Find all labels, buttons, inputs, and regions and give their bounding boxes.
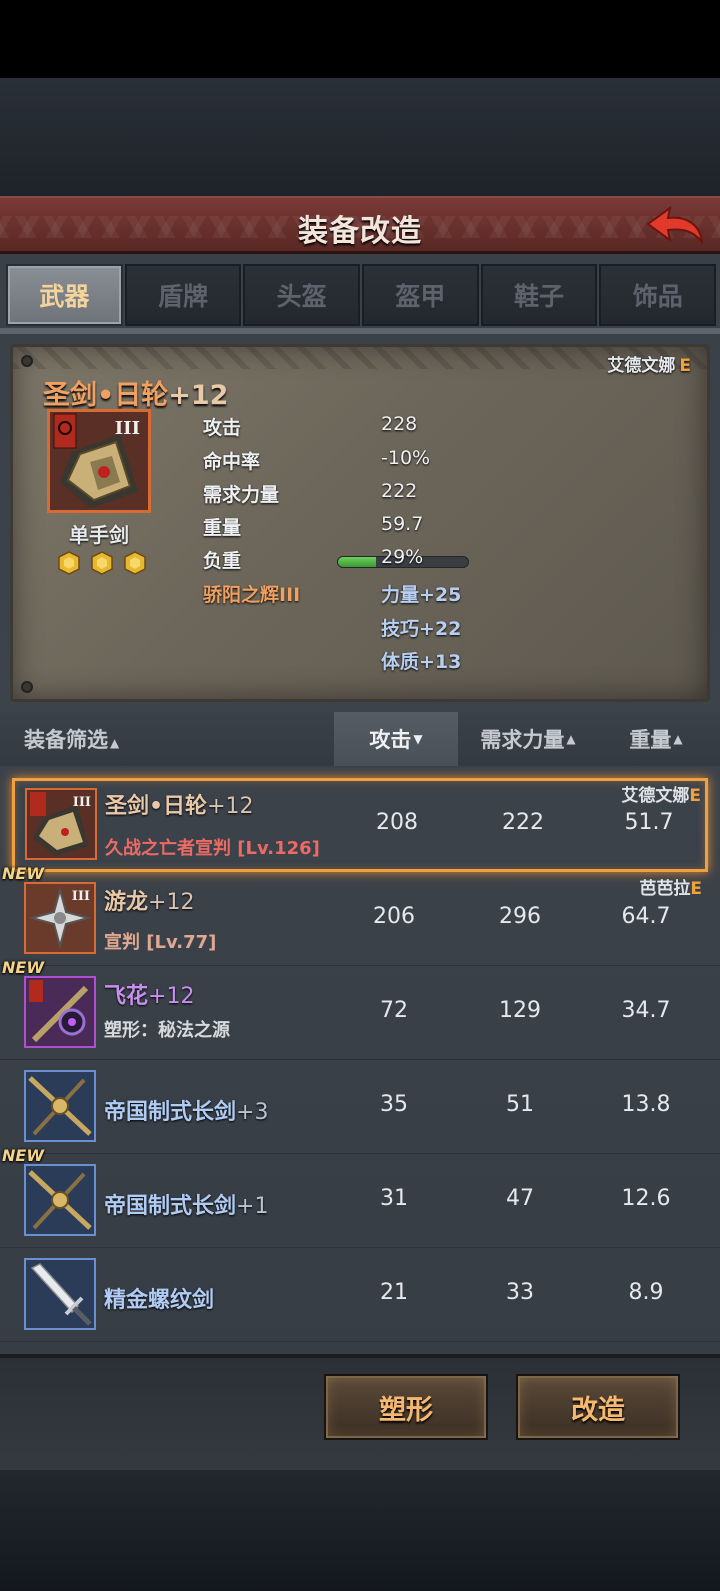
item-skill: 久战之亡者宣判 [Lv.126] — [105, 838, 320, 859]
strength-value: 47 — [506, 1186, 534, 1211]
weight-value: 12.6 — [621, 1186, 671, 1211]
stat-hit-label: 命中率 — [203, 451, 261, 473]
status-bar-area — [0, 0, 720, 78]
equipment-modify-screen: 装备改造 武器 盾牌 头盔 盔甲 鞋子 饰品 艾德文娜 E 圣剑•日轮+12 I… — [0, 196, 720, 1470]
skill-bonus: 技巧+22 — [381, 618, 462, 640]
item-name: 飞花+12 — [104, 984, 195, 1009]
tab-shield[interactable]: 盾牌 — [124, 264, 242, 326]
item-name: 圣剑•日轮+12 — [105, 794, 254, 819]
stat-load-label: 负重 — [203, 550, 242, 572]
stat-attack-label: 攻击 — [203, 417, 242, 439]
weight-value: 34.7 — [621, 998, 671, 1023]
tab-weapon[interactable]: 武器 — [6, 264, 123, 326]
weapon-type: 单手剑 — [69, 523, 129, 547]
item-name: 帝国制式长剑+1 — [104, 1194, 269, 1219]
sword-icon — [24, 1070, 96, 1142]
item-name: 圣剑•日轮+12 — [43, 380, 229, 411]
new-badge: NEW — [2, 1146, 44, 1165]
svg-text:III: III — [73, 795, 91, 810]
new-badge: NEW — [2, 958, 44, 977]
sort-header: 装备筛选 ▲ 攻击 ▼ 需求力量 ▲ 重量 ▲ — [0, 712, 720, 766]
sword-icon: III — [24, 882, 96, 954]
stat-load-value: 29% — [381, 546, 424, 568]
equipment-tabs: 武器 盾牌 头盔 盔甲 鞋子 饰品 — [6, 264, 717, 330]
item-skill: 宣判 [Lv.77] — [104, 932, 217, 953]
sword-icon: III — [25, 788, 97, 860]
attack-value: 31 — [380, 1186, 408, 1211]
stat-weight-value: 59.7 — [381, 513, 424, 535]
back-arrow-icon[interactable] — [642, 202, 706, 250]
sword-icon — [24, 1258, 96, 1330]
strength-value: 33 — [506, 1280, 534, 1305]
item-name: 精金螺纹剑 — [104, 1288, 215, 1313]
tab-divider — [0, 328, 720, 334]
list-item[interactable]: 帝国制式长剑+3 35 51 13.8 — [0, 1060, 720, 1154]
item-owner: 芭芭拉E — [639, 879, 702, 899]
item-name: 帝国制式长剑+3 — [104, 1100, 269, 1125]
title-bar: 装备改造 — [0, 196, 720, 254]
card-pattern — [13, 347, 707, 369]
item-owner: 艾德文娜E — [607, 356, 691, 376]
modify-button[interactable]: 改造 — [516, 1374, 680, 1440]
attack-value: 35 — [380, 1092, 408, 1117]
stat-weight-label: 重量 — [203, 517, 242, 539]
page-title: 装备改造 — [298, 214, 422, 249]
strength-value: 222 — [502, 810, 544, 835]
gem-icon — [124, 551, 146, 575]
skill-name: 骄阳之辉III — [203, 584, 301, 606]
list-item[interactable]: NEW 飞花+12 塑形：秘法之源 72 129 34.7 — [0, 958, 720, 1060]
pin-icon — [21, 681, 33, 693]
shape-button[interactable]: 塑形 — [324, 1374, 488, 1440]
gem-icon — [58, 551, 80, 575]
list-item[interactable]: NEW III 游龙+12 宣判 [Lv.77] 芭芭拉E 206 296 64… — [0, 864, 720, 966]
sword-icon[interactable]: III — [47, 409, 151, 513]
sword-icon — [24, 976, 96, 1048]
item-detail-card: 艾德文娜 E 圣剑•日轮+12 III 单手剑 攻击 228 命中率 -10% 需… — [10, 344, 710, 702]
svg-text:III: III — [72, 889, 90, 904]
tab-armor[interactable]: 盔甲 — [362, 264, 479, 326]
stat-strength-req-value: 222 — [381, 480, 418, 502]
tab-accessory[interactable]: 饰品 — [599, 264, 717, 326]
skill-bonus: 力量+25 — [381, 584, 462, 606]
action-bar: 塑形 改造 — [0, 1354, 720, 1470]
top-backdrop — [0, 78, 720, 196]
sort-strength-button[interactable]: 需求力量 ▲ — [466, 712, 590, 766]
strength-value: 51 — [506, 1092, 534, 1117]
weight-value: 51.7 — [624, 810, 674, 835]
list-item[interactable]: 精金螺纹剑 21 33 8.9 — [0, 1248, 720, 1342]
strength-value: 296 — [499, 904, 541, 929]
bottom-backdrop — [0, 1470, 720, 1591]
stat-attack-value: 228 — [381, 413, 418, 435]
strength-value: 129 — [499, 998, 541, 1023]
stat-strength-req-label: 需求力量 — [203, 484, 280, 506]
pin-icon — [21, 355, 33, 367]
list-item[interactable]: NEW 帝国制式长剑+1 31 47 12.6 — [0, 1146, 720, 1248]
sort-weight-button[interactable]: 重量 ▲ — [596, 712, 716, 766]
load-bar-fill — [338, 557, 376, 567]
weight-value: 13.8 — [621, 1092, 671, 1117]
attack-value: 208 — [376, 810, 418, 835]
item-name: 游龙+12 — [104, 890, 195, 915]
sword-icon — [24, 1164, 96, 1236]
weight-value: 64.7 — [621, 904, 671, 929]
rank-label: III — [115, 418, 140, 439]
attack-value: 206 — [373, 904, 415, 929]
filter-button[interactable]: 装备筛选 ▲ — [24, 724, 119, 754]
weapon-list: III 圣剑•日轮+12 久战之亡者宣判 [Lv.126] 艾德文娜E 208 … — [0, 768, 720, 1348]
item-owner: 艾德文娜E — [621, 786, 701, 806]
tab-helmet[interactable]: 头盔 — [243, 264, 361, 326]
skill-bonus: 体质+13 — [381, 651, 462, 673]
sort-attack-button[interactable]: 攻击 ▼ — [334, 712, 458, 766]
attack-value: 72 — [380, 998, 408, 1023]
weight-value: 8.9 — [628, 1280, 664, 1305]
gem-icon — [91, 551, 113, 575]
new-badge: NEW — [2, 864, 44, 883]
item-shape: 塑形：秘法之源 — [104, 1020, 230, 1041]
attack-value: 21 — [380, 1280, 408, 1305]
list-item[interactable]: III 圣剑•日轮+12 久战之亡者宣判 [Lv.126] 艾德文娜E 208 … — [12, 778, 708, 872]
stat-hit-value: -10% — [381, 447, 431, 469]
tab-shoes[interactable]: 鞋子 — [480, 264, 598, 326]
gem-slots — [57, 551, 147, 577]
